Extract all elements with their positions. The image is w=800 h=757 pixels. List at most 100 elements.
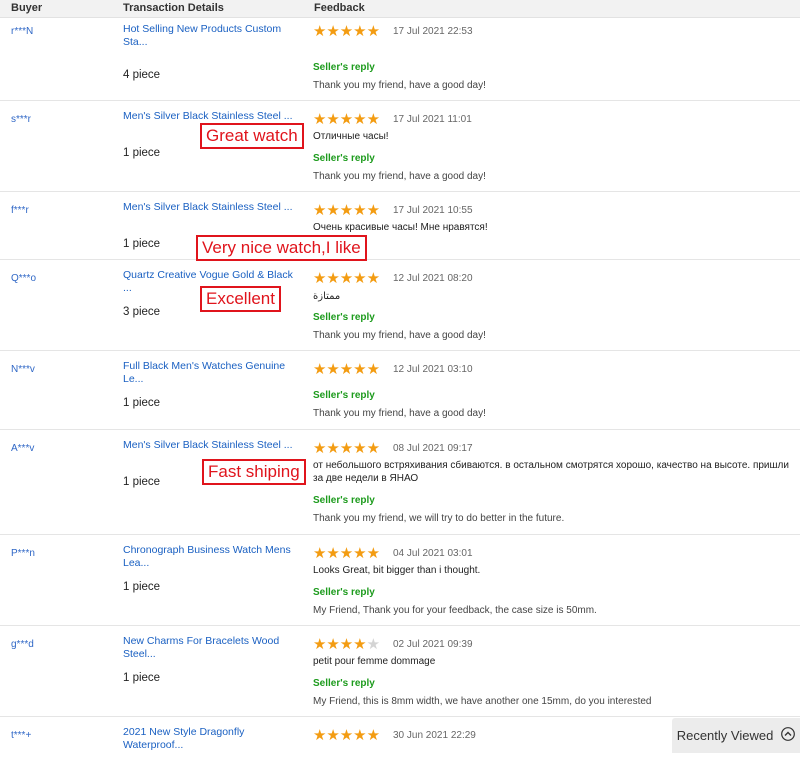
annotation-very-nice-watch: Very nice watch,I like: [196, 235, 367, 261]
star-filled-icon: ★: [353, 440, 367, 457]
star-filled-icon: ★: [353, 727, 367, 744]
star-rating: ★ ★ ★ ★ ★: [313, 111, 380, 128]
buyer-comment: petit pour femme dommage: [313, 656, 436, 667]
star-filled-icon: ★: [313, 111, 327, 128]
star-filled-icon: ★: [339, 23, 354, 40]
star-filled-icon: ★: [313, 440, 327, 457]
annotation-excellent: Excellent: [200, 286, 281, 312]
buyer-name: Q***o: [11, 273, 37, 284]
product-link[interactable]: Chronograph Business Watch Mens Lea...: [123, 544, 298, 570]
star-filled-icon: ★: [326, 636, 340, 653]
feedback-date: 17 Jul 2021 10:55: [393, 205, 473, 216]
seller-reply-text: Thank you my friend, we will try to do b…: [313, 513, 565, 524]
seller-reply-text: My Friend, this is 8mm width, we have an…: [313, 696, 652, 707]
table-row: P***n Chronograph Business Watch Mens Le…: [0, 535, 800, 626]
star-filled-icon: ★: [366, 202, 381, 219]
star-rating: ★ ★ ★ ★ ★: [313, 636, 381, 653]
star-empty-icon: ★: [366, 636, 381, 653]
feedback-date: 30 Jun 2021 22:29: [393, 730, 476, 741]
star-filled-icon: ★: [339, 727, 354, 744]
buyer-comment: ممتازة: [313, 291, 341, 302]
feedback-date: 02 Jul 2021 09:39: [393, 639, 473, 650]
star-filled-icon: ★: [353, 545, 367, 562]
star-filled-icon: ★: [313, 270, 327, 287]
buyer-comment: Отличные часы!: [313, 131, 389, 142]
table-row: N***v Full Black Men's Watches Genuine L…: [0, 351, 800, 430]
star-filled-icon: ★: [326, 545, 340, 562]
annotation-fast-shiping: Fast shiping: [202, 459, 306, 485]
table-row: s***r Men's Silver Black Stainless Steel…: [0, 101, 800, 192]
seller-reply-label: Seller's reply: [313, 62, 375, 73]
table-header: Buyer Transaction Details Feedback: [0, 0, 800, 18]
star-filled-icon: ★: [366, 270, 381, 287]
table-row: A***v Men's Silver Black Stainless Steel…: [0, 430, 800, 535]
star-filled-icon: ★: [326, 111, 340, 128]
star-filled-icon: ★: [353, 23, 367, 40]
product-link[interactable]: 2021 New Style Dragonfly Waterproof...: [123, 726, 298, 752]
star-filled-icon: ★: [339, 361, 354, 378]
star-filled-icon: ★: [313, 727, 327, 744]
star-filled-icon: ★: [339, 545, 354, 562]
buyer-name: A***v: [11, 443, 35, 454]
product-link[interactable]: Men's Silver Black Stainless Steel ...: [123, 201, 298, 214]
star-filled-icon: ★: [326, 727, 340, 744]
product-link[interactable]: New Charms For Bracelets Wood Steel...: [123, 635, 298, 661]
feedback-column-header: Feedback: [314, 2, 365, 14]
star-filled-icon: ★: [326, 361, 340, 378]
buyer-name: s***r: [11, 114, 32, 125]
star-filled-icon: ★: [339, 202, 354, 219]
buyer-column-header: Buyer: [11, 2, 43, 14]
seller-reply-text: Thank you my friend, have a good day!: [313, 80, 486, 91]
star-filled-icon: ★: [326, 270, 340, 287]
seller-reply-label: Seller's reply: [313, 495, 375, 506]
star-filled-icon: ★: [366, 727, 381, 744]
seller-reply-label: Seller's reply: [313, 390, 375, 401]
star-filled-icon: ★: [313, 636, 327, 653]
feedback-date: 17 Jul 2021 22:53: [393, 26, 473, 37]
buyer-comment: Очень красивые часы! Мне нравятся!: [313, 222, 488, 233]
star-filled-icon: ★: [353, 636, 367, 653]
star-filled-icon: ★: [353, 361, 367, 378]
quantity: 1 piece: [123, 476, 161, 488]
star-filled-icon: ★: [353, 202, 367, 219]
star-rating: ★ ★ ★ ★ ★: [313, 545, 380, 562]
table-row: g***d New Charms For Bracelets Wood Stee…: [0, 626, 800, 717]
table-row: f***r Men's Silver Black Stainless Steel…: [0, 192, 800, 260]
buyer-name: N***v: [11, 364, 35, 375]
feedback-date: 04 Jul 2021 03:01: [393, 548, 473, 559]
feedback-date: 12 Jul 2021 08:20: [393, 273, 473, 284]
star-rating: ★ ★ ★ ★ ★: [313, 270, 381, 287]
recently-viewed-button[interactable]: Recently Viewed: [672, 718, 800, 753]
table-row: Q***o Quartz Creative Vogue Gold & Black…: [0, 260, 800, 351]
recently-viewed-label: Recently Viewed: [676, 728, 774, 743]
buyer-name: t***+: [11, 730, 32, 741]
star-filled-icon: ★: [366, 440, 381, 457]
star-filled-icon: ★: [339, 440, 354, 457]
star-filled-icon: ★: [353, 270, 367, 287]
feedback-date: 12 Jul 2021 03:10: [393, 364, 473, 375]
star-filled-icon: ★: [339, 111, 354, 128]
product-link[interactable]: Men's Silver Black Stainless Steel ...: [123, 439, 298, 452]
star-filled-icon: ★: [339, 270, 354, 287]
seller-reply-label: Seller's reply: [313, 678, 375, 689]
feedback-date: 17 Jul 2021 11:01: [393, 114, 472, 125]
star-filled-icon: ★: [313, 23, 327, 40]
product-link[interactable]: Hot Selling New Products Custom Sta...: [123, 23, 298, 49]
quantity: 1 piece: [123, 397, 161, 409]
quantity: 1 piece: [123, 147, 161, 159]
quantity: 3 piece: [123, 306, 161, 318]
star-rating: ★ ★ ★ ★ ★: [313, 361, 380, 378]
star-filled-icon: ★: [326, 440, 340, 457]
product-link[interactable]: Full Black Men's Watches Genuine Le...: [123, 360, 298, 386]
quantity: 1 piece: [123, 238, 161, 250]
seller-reply-text: My Friend, Thank you for your feedback, …: [313, 605, 597, 616]
buyer-name: g***d: [11, 639, 34, 650]
buyer-comment: от небольшого встряхивания сбиваются. в …: [313, 460, 789, 484]
product-link[interactable]: Men's Silver Black Stainless Steel ...: [123, 110, 298, 123]
seller-reply-label: Seller's reply: [313, 153, 375, 164]
star-rating: ★ ★ ★ ★ ★: [313, 202, 381, 219]
transaction-details-column-header: Transaction Details: [123, 2, 224, 14]
star-rating: ★ ★ ★ ★ ★: [313, 727, 381, 744]
table-row: r***N Hot Selling New Products Custom St…: [0, 18, 800, 101]
star-filled-icon: ★: [326, 23, 340, 40]
